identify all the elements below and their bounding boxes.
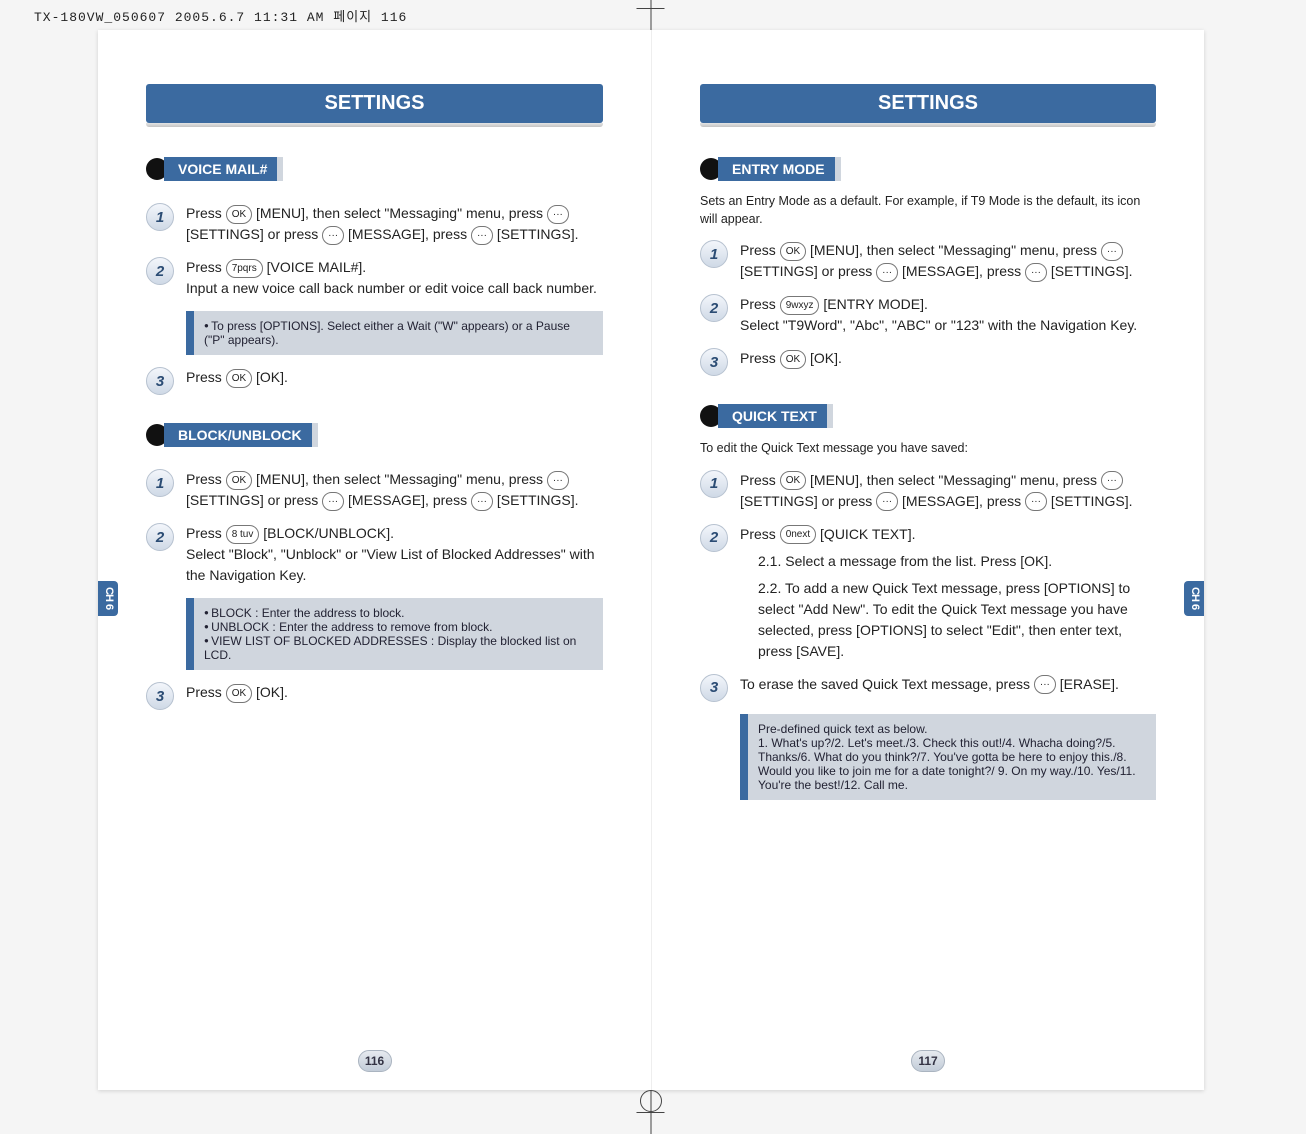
page-header-right: SETTINGS bbox=[700, 84, 1156, 123]
ok-key-icon: OK bbox=[226, 369, 252, 388]
vm-step-3: 3 Press OK [OK]. bbox=[146, 367, 603, 395]
step-number-icon: 2 bbox=[146, 257, 174, 285]
bu-step-1: 1 Press OK [MENU], then select "Messagin… bbox=[146, 469, 603, 511]
bu-step-3: 3 Press OK [OK]. bbox=[146, 682, 603, 710]
print-header: TX-180VW_050607 2005.6.7 11:31 AM 페이지 11… bbox=[34, 6, 407, 25]
em-step-3: 3 Press OK [OK]. bbox=[700, 348, 1156, 376]
page-header-left: SETTINGS bbox=[146, 84, 603, 123]
step-text: Press 7pqrs [VOICE MAIL#]. Input a new v… bbox=[186, 257, 603, 299]
step-text: Press OK [OK]. bbox=[186, 367, 603, 395]
digit-key-icon: 9wxyz bbox=[780, 296, 820, 315]
chapter-tab-right: CH 6 bbox=[1184, 581, 1204, 616]
soft-key-icon: ··· bbox=[547, 471, 569, 490]
note-title: Pre-defined quick text as below. bbox=[758, 722, 1146, 736]
step-number-icon: 2 bbox=[146, 523, 174, 551]
crop-mark-top bbox=[651, 0, 652, 30]
note-body: 1. What's up?/2. Let's meet./3. Check th… bbox=[758, 736, 1146, 792]
ok-key-icon: OK bbox=[226, 684, 252, 703]
qt-step-3: 3 To erase the saved Quick Text message,… bbox=[700, 674, 1156, 702]
step-number-icon: 3 bbox=[146, 682, 174, 710]
digit-key-icon: 8 tuv bbox=[226, 525, 260, 544]
chapter-tab-left: CH 6 bbox=[98, 581, 118, 616]
section-title: QUICK TEXT bbox=[718, 404, 829, 428]
vm-step-1: 1 Press OK [MENU], then select "Messagin… bbox=[146, 203, 603, 245]
ok-key-icon: OK bbox=[226, 471, 252, 490]
note-item: VIEW LIST OF BLOCKED ADDRESSES : Display… bbox=[204, 634, 593, 662]
chapter-label: CH bbox=[103, 587, 115, 601]
vm-step-2: 2 Press 7pqrs [VOICE MAIL#]. Input a new… bbox=[146, 257, 603, 299]
book-spread: CH 6 SETTINGS VOICE MAIL# 1 Press OK [ME… bbox=[98, 30, 1204, 1090]
section-quick-text: QUICK TEXT bbox=[700, 404, 829, 428]
note-item: BLOCK : Enter the address to block. bbox=[204, 606, 593, 620]
step-text: Press OK [MENU], then select "Messaging"… bbox=[186, 203, 603, 245]
step-number-icon: 3 bbox=[146, 367, 174, 395]
step-number-icon: 2 bbox=[700, 294, 728, 322]
em-step-2: 2 Press 9wxyz [ENTRY MODE]. Select "T9Wo… bbox=[700, 294, 1156, 336]
section-title: BLOCK/UNBLOCK bbox=[164, 423, 314, 447]
page-number-right: 117 bbox=[911, 1050, 945, 1072]
soft-key-icon: ··· bbox=[876, 492, 898, 511]
soft-key-icon: ··· bbox=[322, 226, 344, 245]
qt-note: Pre-defined quick text as below. 1. What… bbox=[740, 714, 1156, 800]
soft-key-icon: ··· bbox=[1025, 263, 1047, 282]
soft-key-icon: ··· bbox=[1025, 492, 1047, 511]
digit-key-icon: 7pqrs bbox=[226, 259, 263, 278]
step-number-icon: 2 bbox=[700, 524, 728, 552]
step-number-icon: 3 bbox=[700, 348, 728, 376]
digit-key-icon: 0next bbox=[780, 525, 816, 544]
step-text: Press OK [MENU], then select "Messaging"… bbox=[740, 240, 1156, 282]
entry-mode-intro: Sets an Entry Mode as a default. For exa… bbox=[700, 193, 1156, 228]
soft-key-icon: ··· bbox=[876, 263, 898, 282]
page-right: CH 6 SETTINGS ENTRY MODE Sets an Entry M… bbox=[651, 30, 1204, 1090]
step-number-icon: 1 bbox=[146, 469, 174, 497]
step-text: Press 9wxyz [ENTRY MODE]. Select "T9Word… bbox=[740, 294, 1156, 336]
soft-key-icon: ··· bbox=[1101, 242, 1123, 261]
qt-substep-21: 2.1. Select a message from the list. Pre… bbox=[758, 551, 1156, 572]
chapter-number: 6 bbox=[103, 604, 115, 610]
ok-key-icon: OK bbox=[780, 350, 806, 369]
section-entry-mode: ENTRY MODE bbox=[700, 157, 837, 181]
step-text: Press OK [OK]. bbox=[740, 348, 1156, 376]
vm-note: To press [OPTIONS]. Select either a Wait… bbox=[186, 311, 603, 355]
step-number-icon: 1 bbox=[146, 203, 174, 231]
step-number-icon: 1 bbox=[700, 470, 728, 498]
soft-key-icon: ··· bbox=[1034, 675, 1056, 694]
step-text: Press OK [MENU], then select "Messaging"… bbox=[740, 470, 1156, 512]
em-step-1: 1 Press OK [MENU], then select "Messagin… bbox=[700, 240, 1156, 282]
chapter-label: CH bbox=[1189, 587, 1201, 601]
step-text: Press 8 tuv [BLOCK/UNBLOCK]. Select "Blo… bbox=[186, 523, 603, 586]
ok-key-icon: OK bbox=[780, 471, 806, 490]
page-number-left: 116 bbox=[358, 1050, 392, 1072]
chapter-number: 6 bbox=[1189, 604, 1201, 610]
quick-text-intro: To edit the Quick Text message you have … bbox=[700, 440, 1156, 458]
section-voice-mail: VOICE MAIL# bbox=[146, 157, 279, 181]
section-block-unblock: BLOCK/UNBLOCK bbox=[146, 423, 314, 447]
step-text: To erase the saved Quick Text message, p… bbox=[740, 674, 1156, 702]
note-text: To press [OPTIONS]. Select either a Wait… bbox=[204, 319, 593, 347]
soft-key-icon: ··· bbox=[1101, 471, 1123, 490]
ok-key-icon: OK bbox=[226, 205, 252, 224]
note-item: UNBLOCK : Enter the address to remove fr… bbox=[204, 620, 593, 634]
qt-step-2: 2 Press 0next [QUICK TEXT]. 2.1. Select … bbox=[700, 524, 1156, 662]
ok-key-icon: OK bbox=[780, 242, 806, 261]
step-number-icon: 1 bbox=[700, 240, 728, 268]
registration-circle-icon bbox=[640, 1090, 662, 1112]
qt-substep-22: 2.2. To add a new Quick Text message, pr… bbox=[758, 578, 1156, 662]
soft-key-icon: ··· bbox=[471, 226, 493, 245]
step-number-icon: 3 bbox=[700, 674, 728, 702]
qt-step-1: 1 Press OK [MENU], then select "Messagin… bbox=[700, 470, 1156, 512]
step-text: Press OK [OK]. bbox=[186, 682, 603, 710]
step-text: Press OK [MENU], then select "Messaging"… bbox=[186, 469, 603, 511]
bu-step-2: 2 Press 8 tuv [BLOCK/UNBLOCK]. Select "B… bbox=[146, 523, 603, 586]
soft-key-icon: ··· bbox=[471, 492, 493, 511]
bu-note: BLOCK : Enter the address to block. UNBL… bbox=[186, 598, 603, 670]
soft-key-icon: ··· bbox=[322, 492, 344, 511]
step-text: Press 0next [QUICK TEXT]. 2.1. Select a … bbox=[740, 524, 1156, 662]
soft-key-icon: ··· bbox=[547, 205, 569, 224]
section-title: ENTRY MODE bbox=[718, 157, 837, 181]
page-left: CH 6 SETTINGS VOICE MAIL# 1 Press OK [ME… bbox=[98, 30, 651, 1090]
section-title: VOICE MAIL# bbox=[164, 157, 279, 181]
